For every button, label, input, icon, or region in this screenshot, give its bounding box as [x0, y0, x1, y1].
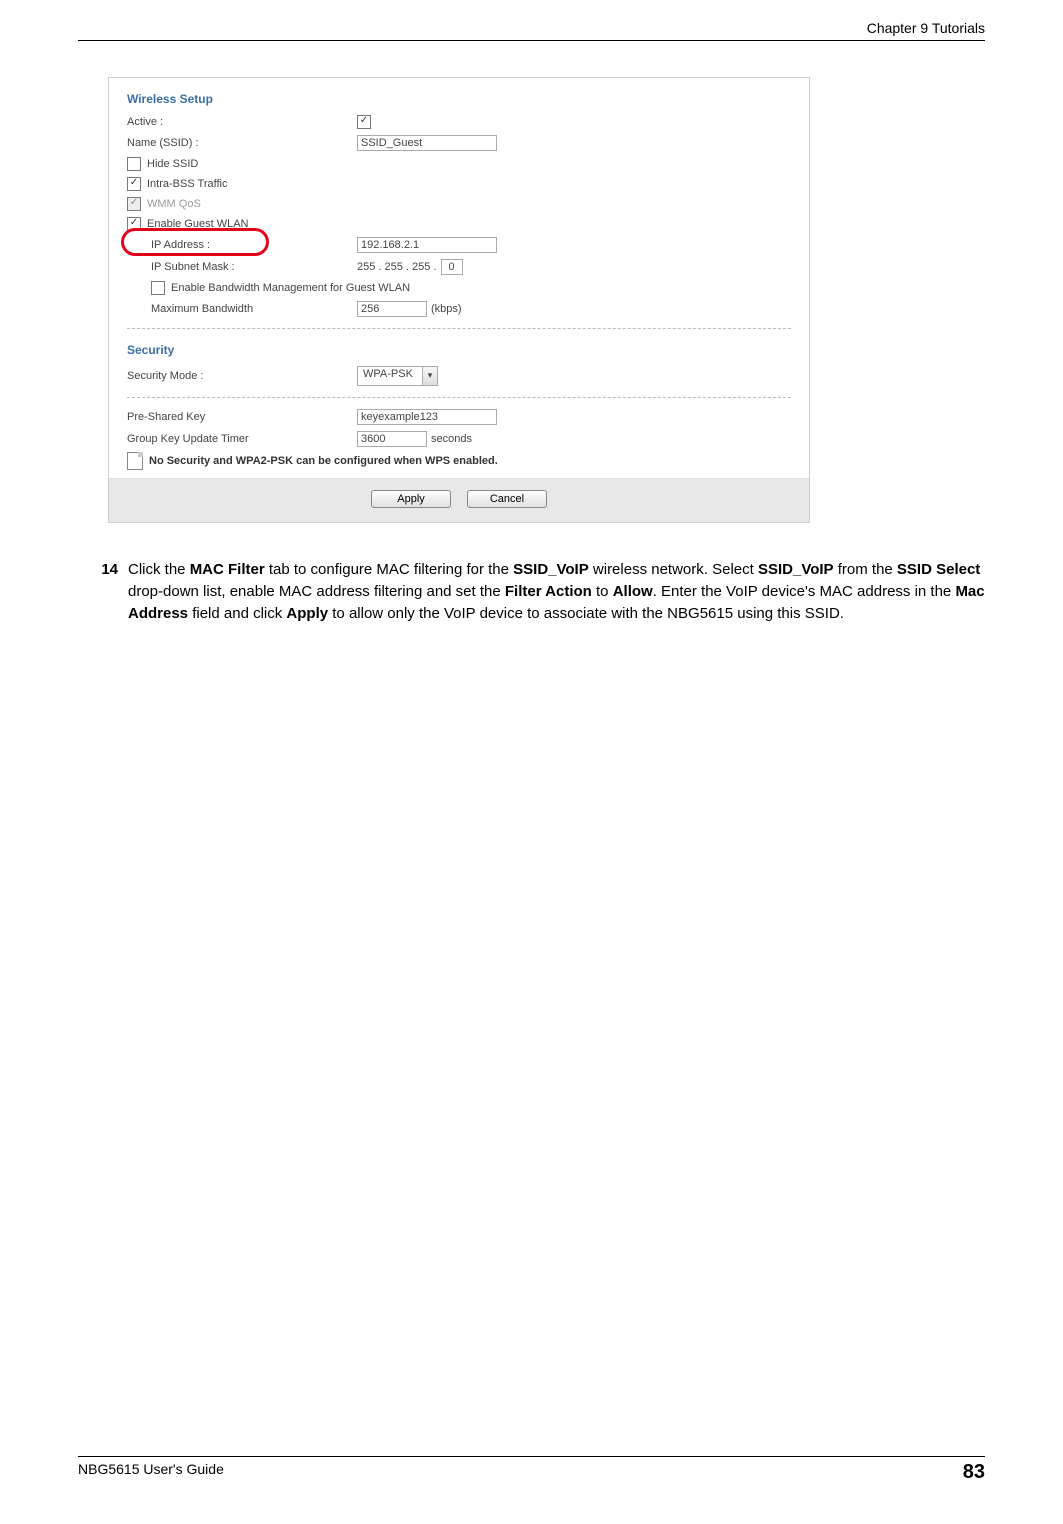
apply-button[interactable]: Apply	[371, 490, 451, 508]
security-mode-value: WPA-PSK	[358, 367, 422, 385]
max-bandwidth-label: Maximum Bandwidth	[127, 303, 357, 315]
step-body: Click the MAC Filter tab to configure MA…	[128, 559, 985, 624]
header-rule	[78, 40, 985, 41]
chapter-heading: Chapter 9 Tutorials	[78, 20, 985, 40]
chevron-down-icon: ▾	[422, 367, 437, 385]
subnet-mask-label: IP Subnet Mask :	[127, 261, 357, 273]
enable-bw-mgmt-checkbox[interactable]	[151, 281, 165, 295]
step-number: 14	[88, 559, 128, 624]
separator	[127, 397, 791, 398]
button-bar: Apply Cancel	[109, 478, 809, 522]
wmm-qos-checkbox	[127, 197, 141, 211]
separator	[127, 328, 791, 329]
footer-guide-name: NBG5615 User's Guide	[78, 1461, 224, 1484]
gku-input[interactable]: 3600	[357, 431, 427, 447]
cancel-button[interactable]: Cancel	[467, 490, 547, 508]
max-bandwidth-unit: (kbps)	[431, 303, 462, 315]
max-bandwidth-input[interactable]: 256	[357, 301, 427, 317]
gku-unit: seconds	[431, 433, 472, 445]
subnet-last-octet-input[interactable]: 0	[441, 259, 463, 275]
name-ssid-label: Name (SSID) :	[127, 137, 357, 149]
step-14: 14 Click the MAC Filter tab to configure…	[88, 559, 985, 624]
ip-address-label: IP Address :	[127, 239, 357, 251]
wireless-setup-title: Wireless Setup	[127, 86, 791, 112]
hide-ssid-checkbox[interactable]	[127, 157, 141, 171]
security-mode-label: Security Mode :	[127, 370, 357, 382]
security-mode-select[interactable]: WPA-PSK ▾	[357, 366, 438, 386]
hide-ssid-label: Hide SSID	[147, 158, 198, 170]
enable-guest-wlan-checkbox[interactable]	[127, 217, 141, 231]
note-icon	[127, 452, 143, 470]
gku-label: Group Key Update Timer	[127, 433, 357, 445]
wps-note: No Security and WPA2-PSK can be configur…	[149, 455, 498, 467]
ip-address-input[interactable]: 192.168.2.1	[357, 237, 497, 253]
enable-guest-wlan-label: Enable Guest WLAN	[147, 218, 249, 230]
psk-label: Pre-Shared Key	[127, 411, 357, 423]
screenshot-panel: Wireless Setup Active : Name (SSID) : SS…	[108, 77, 810, 523]
active-checkbox[interactable]	[357, 115, 371, 129]
subnet-prefix: 255 . 255 . 255 .	[357, 261, 437, 273]
intra-bss-checkbox[interactable]	[127, 177, 141, 191]
wmm-qos-label: WMM QoS	[147, 198, 201, 210]
intra-bss-label: Intra-BSS Traffic	[147, 178, 228, 190]
active-label: Active :	[127, 116, 357, 128]
psk-input[interactable]: keyexample123	[357, 409, 497, 425]
name-ssid-input[interactable]: SSID_Guest	[357, 135, 497, 151]
enable-bw-mgmt-label: Enable Bandwidth Management for Guest WL…	[171, 282, 410, 294]
security-title: Security	[127, 337, 791, 363]
footer-page-number: 83	[963, 1461, 985, 1484]
